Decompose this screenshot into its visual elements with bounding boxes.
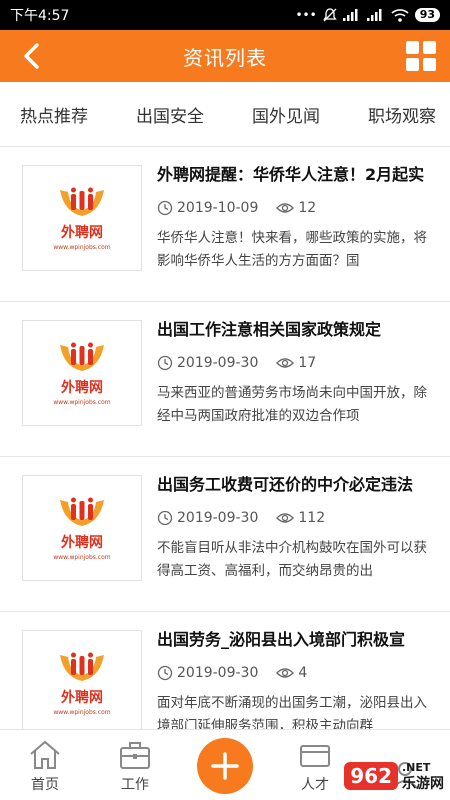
card-icon [300, 745, 330, 767]
watermark-text: .NET 乐游网 [402, 760, 444, 792]
nav-work[interactable]: 工作 [90, 730, 180, 800]
article-summary: 马来西亚的普通劳务市场尚未向中国开放，除经中马两国政府批准的双边合作项 [157, 385, 427, 424]
grid-menu-button[interactable] [406, 41, 436, 71]
article-views: 4 [276, 665, 307, 681]
home-icon [30, 740, 60, 769]
article-meta: 2019-10-09 12 [157, 197, 450, 219]
logo-text: 外聘网 [61, 534, 103, 551]
article-content: 出国工作注意相关国家政策规定 2019-09-30 17 马来西亚的普通劳务市场… [157, 318, 450, 428]
clock-icon [157, 355, 173, 371]
eye-icon [276, 358, 295, 368]
article-date: 2019-09-30 [157, 665, 258, 681]
logo-icon [60, 497, 104, 526]
eye-icon [276, 513, 295, 523]
logo-text: 外聘网 [61, 379, 103, 396]
list-item[interactable]: 外聘网 www.wpinjobs.com 出国工作注意相关国家政策规定 2019… [0, 302, 450, 457]
article-date: 2019-10-09 [157, 200, 258, 216]
nav-talent-label: 人才 [301, 777, 329, 793]
signal-icon [342, 9, 358, 21]
views-count: 4 [298, 665, 308, 681]
tab-hot[interactable]: 热点推荐 [0, 102, 116, 127]
article-views: 112 [276, 510, 325, 526]
thumbnail: 外聘网 www.wpinjobs.com [22, 165, 142, 271]
tab-workplace[interactable]: 职场观察 [348, 102, 450, 127]
article-title: 出国劳务_泌阳县出入境部门积极宣 [157, 630, 406, 649]
signal-icon-2 [366, 9, 382, 21]
clock-icon [157, 200, 173, 216]
article-views: 17 [276, 355, 316, 371]
nav-home[interactable]: 首页 [0, 730, 90, 800]
article-meta: 2019-09-30 4 [157, 662, 450, 684]
status-time: 下午4:57 [10, 8, 70, 24]
eye-icon [276, 668, 295, 678]
views-count: 112 [298, 510, 326, 526]
tab-safety[interactable]: 出国安全 [116, 102, 232, 127]
views-count: 17 [298, 355, 317, 371]
logo-text: 外聘网 [61, 689, 103, 706]
article-title: 外聘网提醒：华侨华人注意！2月起实 [157, 165, 425, 184]
grid-icon-cell [423, 41, 436, 54]
grid-icon-cell [423, 58, 436, 71]
date-text: 2019-09-30 [177, 355, 259, 371]
article-list: 外聘网 www.wpinjobs.com 外聘网提醒：华侨华人注意！2月起实 2… [0, 147, 450, 767]
article-date: 2019-09-30 [157, 355, 258, 371]
back-button[interactable] [16, 40, 48, 72]
article-content: 出国劳务_泌阳县出入境部门积极宣 2019-09-30 4 面对年底不断涌现的出… [157, 628, 450, 738]
logo-url: www.wpinjobs.com [53, 398, 111, 406]
article-summary: 华侨华人注意！快来看，哪些政策的实施，将影响华侨华人生活的方方面面？国 [157, 230, 427, 269]
eye-icon [276, 203, 295, 213]
logo-text: 外聘网 [61, 224, 103, 241]
date-text: 2019-10-09 [177, 200, 259, 216]
logo-icon [60, 652, 104, 681]
app-bar: 资讯列表 [0, 30, 450, 82]
briefcase-icon [120, 742, 150, 769]
clock-icon [157, 510, 173, 526]
watermark-net: .NET [402, 761, 431, 774]
list-item[interactable]: 外聘网 www.wpinjobs.com 出国务工收费可还价的中介必定违法 20… [0, 457, 450, 612]
watermark-cn: 乐游网 [402, 776, 444, 792]
date-text: 2019-09-30 [177, 510, 259, 526]
chevron-left-icon [24, 43, 39, 69]
watermark-badge: 962 [344, 762, 398, 790]
article-summary: 不能盲目听从非法中介机构鼓吹在国外可以获得高工资、高福利，而交纳昂贵的出 [157, 540, 427, 579]
article-content: 外聘网提醒：华侨华人注意！2月起实 2019-10-09 12 华侨华人注意！快… [157, 163, 450, 273]
more-icon: ••• [295, 8, 317, 22]
page-title: 资讯列表 [183, 45, 267, 70]
battery-icon: 93 [414, 8, 440, 22]
grid-icon-cell [406, 41, 419, 54]
nav-home-label: 首页 [31, 777, 59, 793]
logo-icon [60, 187, 104, 216]
plus-icon [211, 752, 239, 780]
thumbnail: 外聘网 www.wpinjobs.com [22, 320, 142, 426]
logo-url: www.wpinjobs.com [53, 708, 111, 716]
logo-icon [60, 342, 104, 371]
thumbnail: 外聘网 www.wpinjobs.com [22, 630, 142, 736]
list-item[interactable]: 外聘网 www.wpinjobs.com 外聘网提醒：华侨华人注意！2月起实 2… [0, 147, 450, 302]
logo-url: www.wpinjobs.com [53, 243, 111, 251]
thumbnail: 外聘网 www.wpinjobs.com [22, 475, 142, 581]
tab-abroad-news[interactable]: 国外见闻 [232, 102, 348, 127]
add-button[interactable] [197, 738, 253, 794]
article-title: 出国务工收费可还价的中介必定违法 [157, 475, 414, 494]
article-meta: 2019-09-30 112 [157, 507, 450, 529]
clock-icon [157, 665, 173, 681]
article-date: 2019-09-30 [157, 510, 258, 526]
article-title: 出国工作注意相关国家政策规定 [157, 320, 382, 339]
mute-icon [322, 8, 337, 22]
watermark: 962 .NET 乐游网 [344, 760, 444, 792]
article-views: 12 [276, 200, 316, 216]
article-content: 出国务工收费可还价的中介必定违法 2019-09-30 112 不能盲目听从非法… [157, 473, 450, 583]
status-bar: 下午4:57 ••• 93 [0, 0, 450, 30]
category-tabs: 热点推荐 出国安全 国外见闻 职场观察 [0, 82, 450, 147]
nav-work-label: 工作 [121, 777, 149, 793]
grid-icon-cell [406, 58, 419, 71]
article-meta: 2019-09-30 17 [157, 352, 450, 374]
views-count: 12 [298, 200, 317, 216]
date-text: 2019-09-30 [177, 665, 259, 681]
logo-url: www.wpinjobs.com [53, 553, 111, 561]
status-icons: ••• 93 [295, 8, 440, 22]
wifi-icon [391, 8, 409, 22]
